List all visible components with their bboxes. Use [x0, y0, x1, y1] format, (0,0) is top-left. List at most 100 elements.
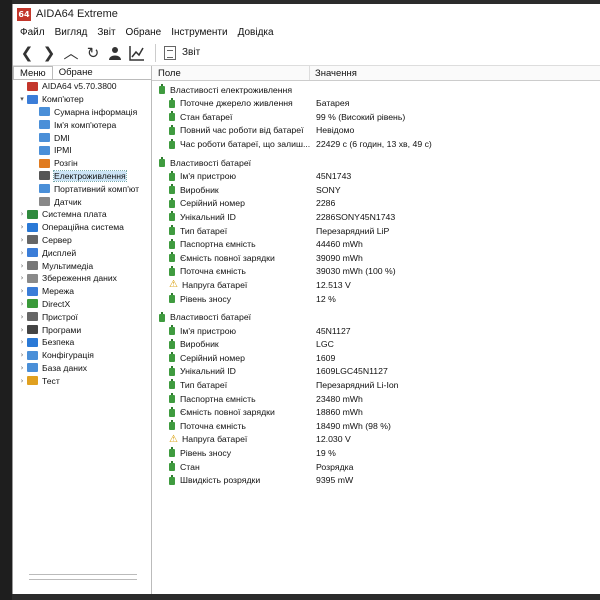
- navigation-pane: Меню Обране AIDA64 v5.70.3800 ▾ Комп'ютер С…: [13, 66, 152, 594]
- tree-item[interactable]: ▾ Комп'ютер: [13, 93, 151, 106]
- detail-row[interactable]: Виробник LGC: [152, 337, 600, 351]
- menu-tools[interactable]: Інструменти: [166, 27, 232, 38]
- tree-item-label: Мультимедіа: [42, 260, 94, 271]
- tree-item[interactable]: › DirectX: [13, 298, 151, 311]
- detail-row[interactable]: Стан Розрядка: [152, 460, 600, 474]
- tree-item-label: Портативний комп'ют: [54, 183, 140, 194]
- detail-row[interactable]: Швидкість розрядки 9395 mW: [152, 473, 600, 487]
- expand-right-icon[interactable]: ›: [17, 364, 27, 372]
- detail-row[interactable]: Виробник SONY: [152, 183, 600, 197]
- detail-row[interactable]: Стан батареї 99 % (Високий рівень): [152, 110, 600, 124]
- tab-menu[interactable]: Меню: [13, 66, 53, 79]
- tree-item[interactable]: › Системна плата: [13, 208, 151, 221]
- user-icon[interactable]: [105, 43, 125, 63]
- tree-item-label: Дисплей: [42, 247, 77, 258]
- value-cell: Перезарядний LiP: [316, 225, 390, 236]
- column-header-value[interactable]: Значення: [310, 66, 357, 80]
- expand-right-icon[interactable]: ›: [17, 351, 27, 359]
- expand-right-icon[interactable]: ›: [17, 262, 27, 270]
- tree-item[interactable]: Електроживлення: [13, 169, 151, 183]
- menu-favorites[interactable]: Обране: [121, 27, 167, 38]
- value-cell: 2286: [316, 198, 336, 209]
- battery-icon: [168, 97, 176, 109]
- tree-item[interactable]: › Мультимедіа: [13, 259, 151, 272]
- expand-right-icon[interactable]: ›: [17, 210, 27, 218]
- detail-row[interactable]: ⚠ Напруга батареї 12.513 V: [152, 278, 600, 292]
- forward-icon[interactable]: ❯: [39, 43, 59, 63]
- expand-right-icon[interactable]: ›: [17, 223, 27, 231]
- detail-row[interactable]: Паспортна ємність 23480 mWh: [152, 392, 600, 406]
- detail-row[interactable]: Тип батареї Перезарядний Li-Ion: [152, 378, 600, 392]
- tree-item[interactable]: › Дисплей: [13, 246, 151, 259]
- menu-report[interactable]: Звіт: [92, 27, 120, 38]
- expand-right-icon[interactable]: ›: [17, 326, 27, 334]
- detail-row[interactable]: Поточна ємність 39030 mWh (100 %): [152, 265, 600, 279]
- tree-item[interactable]: › Тест: [13, 374, 151, 387]
- detail-row[interactable]: Унікальний ID 2286SONY45N1743: [152, 210, 600, 224]
- column-header-field[interactable]: Поле: [152, 66, 310, 80]
- expand-right-icon[interactable]: ›: [17, 287, 27, 295]
- tab-favorites[interactable]: Обране: [53, 66, 99, 79]
- menu-help[interactable]: Довідка: [233, 27, 279, 38]
- detail-row[interactable]: Ім'я пристрою 45N1743: [152, 169, 600, 183]
- horizontal-scrollbar[interactable]: [29, 574, 137, 580]
- tree-item[interactable]: › Збереження даних: [13, 272, 151, 285]
- refresh-icon[interactable]: ↻: [83, 43, 103, 63]
- tree-item[interactable]: › Конфігурація: [13, 349, 151, 362]
- tree-item[interactable]: › Мережа: [13, 285, 151, 298]
- detail-row[interactable]: Ім'я пристрою 45N1127: [152, 324, 600, 338]
- tree-item[interactable]: DMI: [13, 131, 151, 144]
- expand-down-icon[interactable]: ▾: [17, 95, 27, 103]
- app-window: 64 AIDA64 Extreme Файл Вигляд Звіт Обран…: [12, 4, 600, 594]
- chart-icon[interactable]: [127, 43, 147, 63]
- up-icon[interactable]: ︿: [61, 43, 81, 63]
- tree-item[interactable]: › Пристрої: [13, 310, 151, 323]
- menu-view[interactable]: Вигляд: [50, 27, 93, 38]
- detail-row[interactable]: Рівень зносу 19 %: [152, 446, 600, 460]
- expand-right-icon[interactable]: ›: [17, 377, 27, 385]
- tree-item[interactable]: › База даних: [13, 362, 151, 375]
- tree-item[interactable]: › Сервер: [13, 234, 151, 247]
- detail-row[interactable]: Паспортна ємність 44460 mWh: [152, 237, 600, 251]
- detail-row[interactable]: ⚠ Напруга батареї 12.030 V: [152, 433, 600, 447]
- detail-row[interactable]: Ємність повної зарядки 39090 mWh: [152, 251, 600, 265]
- detail-row[interactable]: Тип батареї Перезарядний LiP: [152, 224, 600, 238]
- report-button[interactable]: Звіт: [164, 45, 200, 60]
- value-cell: 22429 с (6 годин, 13 хв, 49 с): [316, 139, 432, 150]
- detail-row[interactable]: Унікальний ID 1609LGC45N1127: [152, 365, 600, 379]
- detail-row[interactable]: Повний час роботи від батареї Невідомо: [152, 124, 600, 138]
- battery-icon: [168, 474, 176, 486]
- app-icon: 64: [17, 7, 31, 21]
- detail-row[interactable]: Ємність повної зарядки 18860 mWh: [152, 405, 600, 419]
- detail-row[interactable]: Серійний номер 1609: [152, 351, 600, 365]
- detail-row[interactable]: Поточне джерело живлення Батарея: [152, 97, 600, 111]
- expand-right-icon[interactable]: ›: [17, 338, 27, 346]
- tree-item[interactable]: › Безпека: [13, 336, 151, 349]
- battery-icon: [168, 393, 176, 404]
- tree-item[interactable]: › Програми: [13, 323, 151, 336]
- back-icon[interactable]: ❮: [17, 43, 37, 63]
- tree-item[interactable]: Ім'я комп'ютера: [13, 118, 151, 131]
- menu-file[interactable]: Файл: [15, 27, 50, 38]
- expand-right-icon[interactable]: ›: [17, 313, 27, 321]
- field-label: Напруга батареї: [182, 279, 248, 290]
- tree-item[interactable]: Сумарна інформація: [13, 106, 151, 119]
- detail-row[interactable]: Час роботи батареї, що залиш... 22429 с (…: [152, 137, 600, 151]
- expand-right-icon[interactable]: ›: [17, 274, 27, 282]
- expand-right-icon[interactable]: ›: [17, 300, 27, 308]
- expand-right-icon[interactable]: ›: [17, 236, 27, 244]
- field-label: Поточна ємність: [180, 266, 246, 277]
- tree-item[interactable]: IPMI: [13, 144, 151, 157]
- group-header: Властивості батареї: [152, 310, 600, 324]
- tree-item[interactable]: AIDA64 v5.70.3800: [13, 80, 151, 93]
- detail-row[interactable]: Серійний номер 2286: [152, 197, 600, 211]
- detail-row[interactable]: Поточна ємність 18490 mWh (98 %): [152, 419, 600, 433]
- tree-item[interactable]: Портативний комп'ют: [13, 182, 151, 195]
- detail-row[interactable]: Рівень зносу 12 %: [152, 292, 600, 306]
- expand-right-icon[interactable]: ›: [17, 249, 27, 257]
- tree-item[interactable]: › Операційна система: [13, 221, 151, 234]
- field-cell: Ім'я пристрою: [152, 170, 310, 182]
- tree-item[interactable]: Датчик: [13, 195, 151, 208]
- battery-icon: [168, 447, 176, 458]
- tree-item[interactable]: Розгін: [13, 157, 151, 170]
